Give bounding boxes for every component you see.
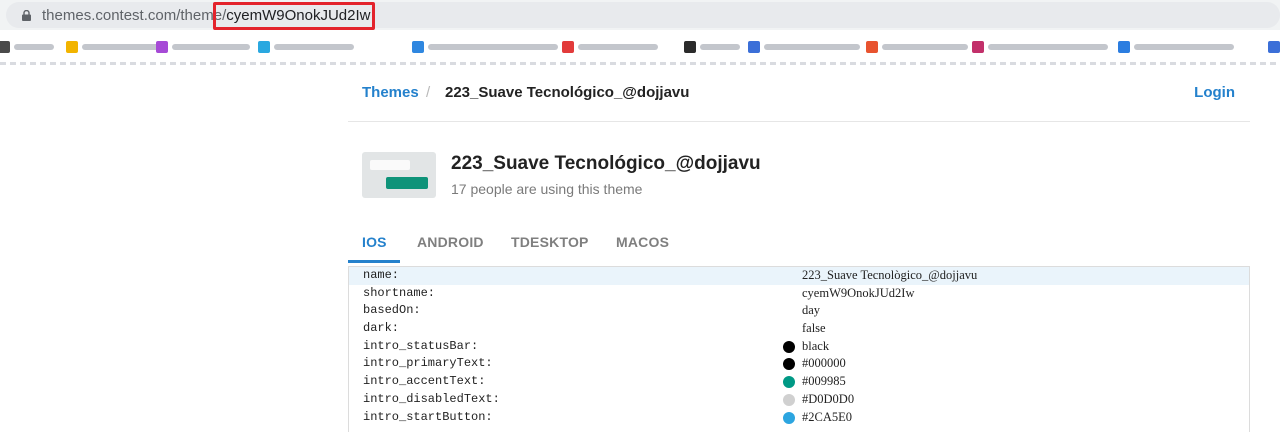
color-swatch-icon [783,411,795,424]
table-row: basedOn: day [349,302,1249,320]
bookmark-item[interactable] [1268,39,1280,55]
property-key: dark: [363,321,400,336]
tab-tdesktop[interactable]: TDESKTOP [511,234,589,250]
property-value: false [802,321,826,336]
bookmarks-divider [0,62,1280,65]
bookmark-favicon-icon [258,41,270,53]
bookmark-item[interactable] [866,39,968,55]
property-key: intro_startButton: [363,409,493,424]
color-swatch-icon [783,358,795,371]
bookmark-item[interactable] [748,39,860,55]
property-key: intro_primaryText: [363,356,493,371]
property-key: intro_accentText: [363,374,486,389]
bookmark-favicon-icon [748,41,760,53]
color-swatch-icon [783,393,795,406]
bookmark-label-blurred [764,44,860,50]
url-host: themes.contest.com/theme/ [42,7,227,24]
theme-properties-table: name: 223_Suave Tecnològico_@dojjavushort… [348,266,1250,432]
bookmark-label-blurred [1134,44,1234,50]
property-value: day [802,303,821,318]
bookmark-label-blurred [82,44,162,50]
bookmark-label-blurred [428,44,558,50]
tab-android[interactable]: ANDROID [417,234,484,250]
property-value: cyemW9OnokJUd2Iw [802,285,915,300]
url-field[interactable]: themes.contest.com/theme/cyemW9OnokJUd2I… [6,2,1280,28]
bookmark-item[interactable] [684,39,740,55]
browser-address-bar: themes.contest.com/theme/cyemW9OnokJUd2I… [0,0,1280,30]
active-tab-indicator [348,260,400,263]
bookmark-item[interactable] [156,39,250,55]
bookmark-item[interactable] [412,39,558,55]
bookmark-item[interactable] [1118,39,1234,55]
property-value: 223_Suave Tecnològico_@dojjavu [802,268,978,282]
table-row: intro_accentText: #009985 [349,373,1249,391]
platform-tabs: IOS ANDROID TDESKTOP MACOS [348,222,1250,264]
table-row: intro_statusBar: black [349,338,1249,356]
theme-summary: 223_Suave Tecnológico_@dojjavu 17 people… [362,152,1062,200]
preview-bubble-incoming [370,160,410,170]
table-row: intro_primaryText: #000000 [349,355,1249,373]
table-row: name: 223_Suave Tecnològico_@dojjavu [349,267,1249,285]
table-row: intro_disabledText: #D0D0D0 [349,391,1249,409]
color-swatch-icon [783,376,795,389]
bookmark-favicon-icon [0,41,10,53]
theme-preview-thumbnail [362,152,436,198]
bookmark-favicon-icon [1118,41,1130,53]
theme-title: 223_Suave Tecnológico_@dojjavu [451,153,761,174]
tab-ios[interactable]: IOS [362,234,387,250]
property-key: basedOn: [363,303,421,318]
bookmark-favicon-icon [562,41,574,53]
property-value: #009985 [802,374,846,389]
bookmark-label-blurred [988,44,1108,50]
bookmark-favicon-icon [156,41,168,53]
preview-bubble-outgoing [386,177,428,189]
page-header: Themes / 223_Suave Tecnológico_@dojjavu … [348,70,1250,122]
bookmark-label-blurred [172,44,250,50]
bookmark-favicon-icon [684,41,696,53]
bookmark-favicon-icon [866,41,878,53]
theme-user-count: 17 people are using this theme [451,181,643,197]
table-row: intro_startButton: #2CA5E0 [349,409,1249,427]
property-value: #D0D0D0 [802,391,855,406]
bookmark-item[interactable] [66,39,162,55]
property-key: shortname: [363,285,436,300]
bookmark-item[interactable] [562,39,658,55]
bookmark-label-blurred [578,44,658,50]
bookmark-label-blurred [700,44,740,50]
bookmark-item[interactable] [0,39,54,55]
property-key: name: [363,268,400,282]
bookmarks-bar [0,30,1280,64]
breadcrumb-separator: / [426,84,431,101]
table-row: shortname: cyemW9OnokJUd2Iw [349,285,1249,303]
tab-macos[interactable]: MACOS [616,234,669,250]
property-key: intro_statusBar: [363,338,479,353]
property-value: #2CA5E0 [802,409,852,424]
bookmark-item[interactable] [972,39,1108,55]
bookmark-label-blurred [882,44,968,50]
table-row: dark: false [349,320,1249,338]
bookmark-favicon-icon [1268,41,1280,53]
lock-icon [22,10,31,21]
url-highlight-box [213,2,375,30]
bookmark-favicon-icon [66,41,78,53]
bookmark-favicon-icon [972,41,984,53]
breadcrumb-current: 223_Suave Tecnológico_@dojjavu [445,84,690,101]
breadcrumb-themes-link[interactable]: Themes [362,84,419,101]
bookmark-label-blurred [274,44,354,50]
property-value: black [802,338,830,353]
bookmark-item[interactable] [258,39,354,55]
bookmark-label-blurred [14,44,54,50]
bookmark-favicon-icon [412,41,424,53]
property-value: #000000 [802,356,846,371]
login-link[interactable]: Login [1194,84,1235,101]
property-key: intro_disabledText: [363,391,500,406]
color-swatch-icon [783,340,795,353]
